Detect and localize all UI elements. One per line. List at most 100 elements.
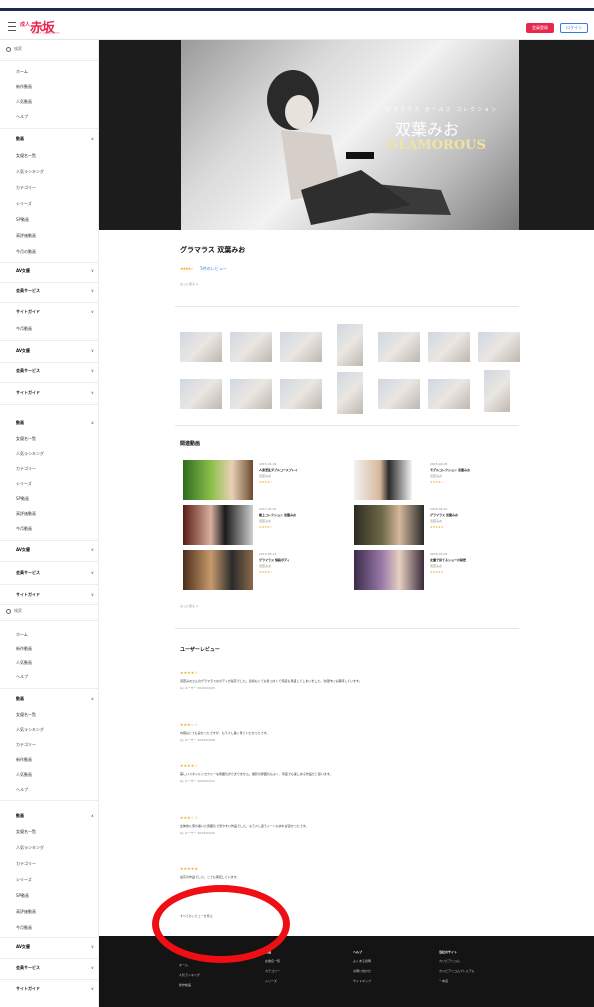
related-video-item[interactable]: 2015-05-15 グラマラス 悩殺ボディ 双葉みお ★★★★☆	[183, 550, 348, 590]
sidebar-item[interactable]: 女優名一覧	[16, 436, 36, 442]
site-logo[interactable]: 成人 赤坂 ADULT VIDEO SITE	[20, 17, 90, 37]
sidebar-item[interactable]: 高評価動画	[16, 233, 36, 239]
sidebar-search-2[interactable]: 検索	[6, 608, 22, 618]
related-video-title[interactable]: グラマラス 双葉みお	[430, 513, 458, 517]
footer-link[interactable]: カテゴリー	[265, 969, 345, 973]
sidebar-item[interactable]: SP動画	[16, 893, 29, 899]
gallery-thumbnail[interactable]	[337, 324, 363, 366]
sidebar-section-video-3[interactable]: 動画 ∧	[16, 696, 94, 702]
sidebar-section-video-2[interactable]: 動画 ∧	[16, 420, 94, 426]
sidebar-item[interactable]: 女優名一覧	[16, 712, 36, 718]
related-video-title[interactable]: 女優で見てるショーの秘密	[430, 558, 466, 562]
sidebar-item[interactable]: 人気ランキング	[16, 169, 44, 175]
sidebar-item[interactable]: ホーム	[16, 632, 28, 638]
sidebar-item[interactable]: 人気動画	[16, 772, 32, 778]
related-video-title[interactable]: 人妻淫乱ダブルコースプレイ	[259, 468, 298, 472]
footer-link[interactable]: 新作動画	[179, 983, 259, 987]
sidebar-item[interactable]: SP動画	[16, 217, 29, 223]
footer-link[interactable]: カリビアンコムプレミアム	[439, 969, 559, 973]
related-video-thumbnail[interactable]	[183, 460, 253, 500]
gallery-thumbnail[interactable]	[230, 379, 272, 409]
related-show-more-link[interactable]: もっと見る ∨	[180, 604, 198, 608]
gallery-thumbnail[interactable]	[428, 332, 470, 362]
related-video-actress[interactable]: 双葉みお	[430, 519, 442, 523]
sidebar-item[interactable]: シリーズ	[16, 201, 32, 207]
sidebar-section-video[interactable]: 動画 ∧	[16, 136, 94, 142]
sidebar-group-item[interactable]: サイトガイド ∨	[16, 309, 94, 315]
sidebar-item[interactable]: 新作動画	[16, 646, 32, 652]
sidebar-group-item[interactable]: 会員サービス ∨	[16, 368, 94, 374]
sidebar-item[interactable]: 女優名一覧	[16, 829, 36, 835]
sidebar-group-item[interactable]: サイトガイド ∨	[16, 592, 94, 598]
sidebar-item[interactable]: 新作動画	[16, 757, 32, 763]
sidebar-item[interactable]: 新作動画	[16, 84, 32, 90]
related-video-title[interactable]: モデルコレクション 双葉みお	[430, 468, 470, 472]
hamburger-menu-icon[interactable]	[8, 22, 16, 31]
sidebar-group-item[interactable]: AV女優 ∨	[16, 944, 94, 950]
footer-link[interactable]: シリーズ	[265, 979, 345, 983]
sidebar-item[interactable]: カテゴリー	[16, 185, 36, 191]
sidebar-item[interactable]: 人気ランキング	[16, 451, 44, 457]
sidebar-item[interactable]: 女優名一覧	[16, 153, 36, 159]
related-video-item[interactable]: 2016-04-10 グラマラス 双葉みお 双葉みお ★★★★★	[354, 505, 519, 545]
related-video-title[interactable]: 極上コレクション 双葉みお	[259, 513, 296, 517]
sidebar-group-item[interactable]: AV女優 ∨	[16, 547, 94, 553]
hero-image[interactable]: グラマラス ガールズ コレクション 双葉みお GLAMOROUS	[181, 40, 519, 230]
sidebar-item[interactable]: 人気ランキング	[16, 845, 44, 851]
gallery-thumbnail[interactable]	[378, 379, 420, 409]
related-video-item[interactable]: 2015-01-30 人妻淫乱ダブルコースプレイ 双葉みお ★★★★☆	[183, 460, 348, 500]
related-video-actress[interactable]: 双葉みお	[259, 564, 271, 568]
sidebar-item[interactable]: ヘルプ	[16, 114, 28, 120]
related-video-thumbnail[interactable]	[183, 505, 253, 545]
gallery-thumbnail[interactable]	[280, 332, 322, 362]
sidebar-group-item[interactable]: 会員サービス ∨	[16, 288, 94, 294]
related-video-actress[interactable]: 双葉みお	[259, 474, 271, 478]
related-video-thumbnail[interactable]	[183, 550, 253, 590]
gallery-thumbnail[interactable]	[337, 372, 363, 414]
sidebar-item[interactable]: カテゴリー	[16, 861, 36, 867]
footer-link[interactable]: 女優名一覧	[265, 959, 345, 963]
related-video-title[interactable]: グラマラス 悩殺ボディ	[259, 558, 290, 562]
sidebar-item[interactable]: 高評価動画	[16, 909, 36, 915]
gallery-thumbnail[interactable]	[428, 379, 470, 409]
footer-link[interactable]: 一本道	[439, 979, 559, 983]
footer-link[interactable]: サイトマップ	[353, 979, 433, 983]
sidebar-item[interactable]: ヘルプ	[16, 674, 28, 680]
related-video-thumbnail[interactable]	[354, 505, 424, 545]
sidebar-item[interactable]: ホーム	[16, 69, 28, 75]
related-video-thumbnail[interactable]	[354, 460, 412, 500]
related-video-actress[interactable]: 双葉みお	[430, 564, 442, 568]
sidebar-item[interactable]: シリーズ	[16, 481, 32, 487]
gallery-thumbnail[interactable]	[280, 379, 322, 409]
show-more-link[interactable]: もっと見る ∨	[180, 282, 198, 286]
footer-link[interactable]: ホーム	[179, 963, 259, 967]
footer-link[interactable]: よくある質問	[353, 959, 433, 963]
gallery-thumbnail[interactable]	[180, 379, 222, 409]
sidebar-section-video-4[interactable]: 動画 ∧	[16, 813, 94, 819]
related-video-actress[interactable]: 双葉みお	[259, 519, 271, 523]
gallery-thumbnail[interactable]	[378, 332, 420, 362]
sidebar-item[interactable]: 人気ランキング	[16, 727, 44, 733]
sidebar-item[interactable]: カテゴリー	[16, 466, 36, 472]
sidebar-item[interactable]: 今月動画	[16, 925, 32, 931]
sidebar-item[interactable]: シリーズ	[16, 877, 32, 883]
review-count-link[interactable]: 5件のレビュー	[200, 266, 227, 271]
sidebar-item[interactable]: 人気動画	[16, 99, 32, 105]
related-video-item[interactable]: 2015-02-05 モデルコレクション 双葉みお 双葉みお ★★★★☆	[354, 460, 519, 500]
sidebar-group-item[interactable]: AV女優 ∨	[16, 348, 94, 354]
related-video-thumbnail[interactable]	[354, 550, 424, 590]
gallery-thumbnail[interactable]	[180, 332, 222, 362]
sidebar-item[interactable]: 人気動画	[16, 660, 32, 666]
sidebar-item[interactable]: カテゴリー	[16, 742, 36, 748]
sidebar-item[interactable]: 高評価動画	[16, 511, 36, 517]
gallery-thumbnail[interactable]	[478, 332, 520, 362]
gallery-thumbnail[interactable]	[484, 370, 510, 412]
sidebar-group-item[interactable]: 会員サービス ∨	[16, 570, 94, 576]
footer-link[interactable]: 人気ランキング	[179, 973, 259, 977]
sidebar-item[interactable]: 今月動画	[16, 526, 32, 532]
sidebar-group-item[interactable]: サイトガイド ∨	[16, 390, 94, 396]
footer-link[interactable]: お問い合わせ	[353, 969, 433, 973]
sidebar-item[interactable]: 今月動画	[16, 326, 32, 332]
sidebar-group-item[interactable]: サイトガイド ∨	[16, 986, 94, 992]
login-button[interactable]: ログイン	[560, 23, 588, 33]
